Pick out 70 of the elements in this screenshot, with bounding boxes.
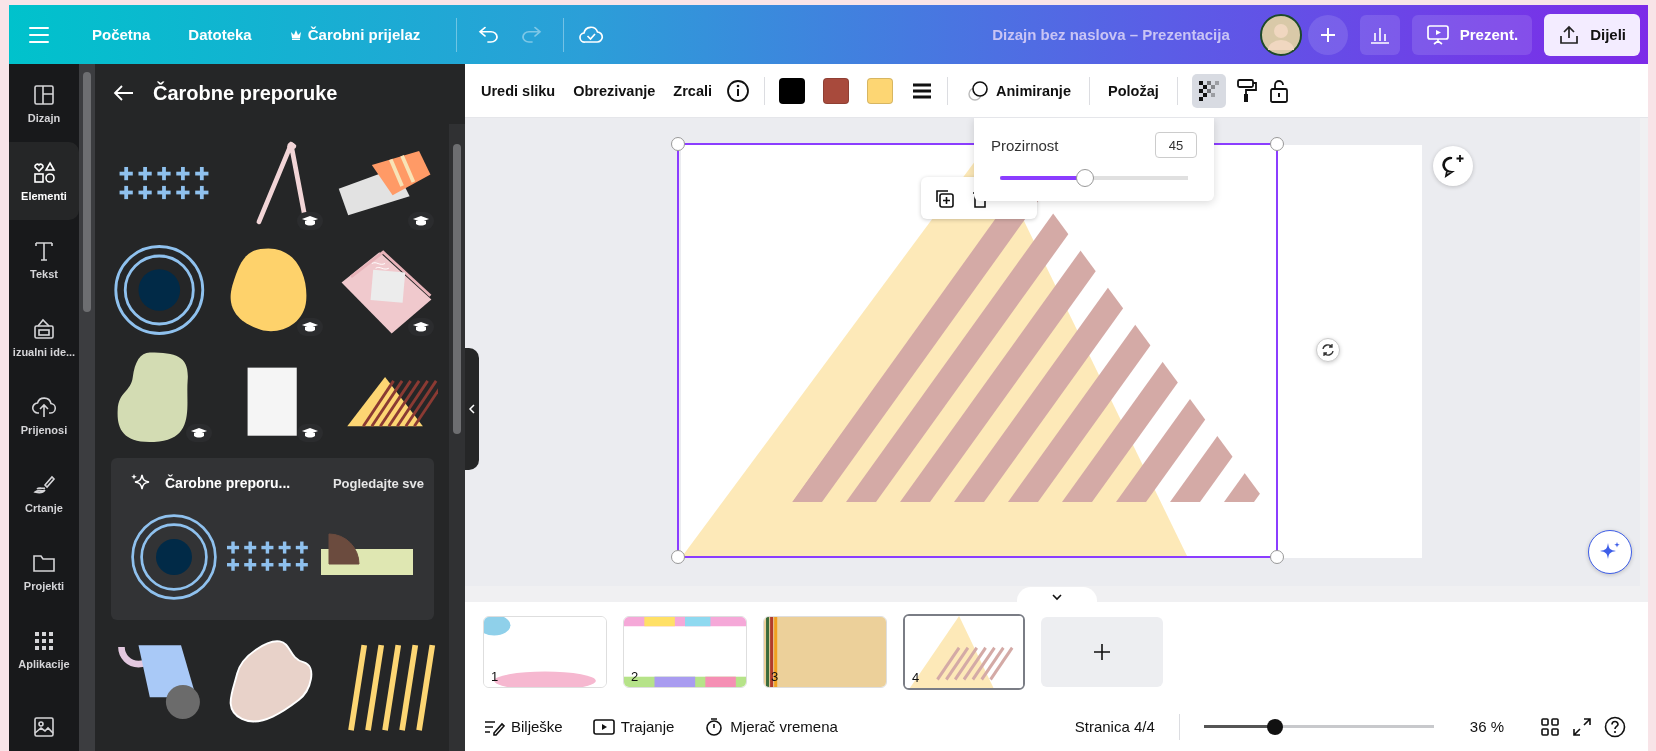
sidebar-tab[interactable]: Dizajn: [9, 64, 79, 142]
layout-icon: [31, 82, 57, 108]
toolbar-button[interactable]: Obrezivanje: [569, 76, 660, 105]
scrollbar[interactable]: [1640, 118, 1648, 586]
page-thumbnail[interactable]: 1: [483, 616, 607, 688]
panel-title: Čarobne preporuke: [153, 81, 338, 105]
color-swatch[interactable]: [823, 77, 850, 104]
help-icon[interactable]: [1604, 715, 1626, 738]
lock-icon[interactable]: [1267, 77, 1290, 104]
sidebar-tab[interactable]: Prijenosi: [9, 376, 79, 454]
play-icon: [592, 717, 615, 736]
duplicate-icon[interactable]: [933, 187, 955, 209]
rings-drawing[interactable]: [129, 512, 219, 602]
chevron-left-icon: [468, 403, 476, 415]
back-arrow-icon[interactable]: [113, 84, 135, 102]
page-thumbnail[interactable]: 2: [623, 616, 747, 688]
present-button[interactable]: Prezent.: [1411, 14, 1533, 55]
sidebar-tab[interactable]: izualni ide...: [9, 298, 79, 376]
zoom-button[interactable]: 36 %: [1463, 717, 1510, 736]
add-comment-button[interactable]: [1433, 146, 1473, 186]
sidebar-tab[interactable]: Tekst: [9, 220, 79, 298]
position-button[interactable]: Položaj: [1103, 76, 1163, 105]
image-icon: [31, 714, 57, 740]
page-thumbnail[interactable]: 4: [903, 614, 1025, 690]
cloud-check-icon[interactable]: [578, 24, 605, 45]
toolbar-button[interactable]: Uredi sliku: [477, 76, 560, 105]
page-thumbnail[interactable]: 3: [763, 616, 887, 688]
info-icon[interactable]: [726, 78, 751, 103]
share-button[interactable]: Dijeli: [1544, 13, 1640, 56]
magic-button[interactable]: [1588, 530, 1632, 574]
checkerboard-icon: [1198, 80, 1219, 101]
rotate-icon: [1321, 343, 1335, 357]
opacity-input[interactable]: 45: [1155, 132, 1197, 158]
page-counter: Stranica 4/4: [1074, 718, 1155, 735]
plus-icon: [1318, 25, 1337, 44]
slider-thumb[interactable]: [1267, 718, 1284, 735]
toolbar-button[interactable]: Zrcali: [669, 76, 717, 105]
animate-button[interactable]: Animiranje: [962, 73, 1075, 108]
opacity-label: Prozirnost: [991, 136, 1059, 154]
upload-icon: [1558, 23, 1581, 46]
slider-thumb[interactable]: [1075, 169, 1094, 187]
briefcase-icon: [31, 316, 57, 342]
card-title: Čarobne preporu...: [165, 475, 291, 491]
footer-button[interactable]: Bilješke: [479, 713, 567, 740]
footer-button[interactable]: Mjerač vremena: [700, 712, 842, 741]
collapse-handle[interactable]: [465, 348, 479, 470]
sidebar-tab[interactable]: Elementi: [9, 142, 79, 220]
grid-view-icon[interactable]: [1540, 716, 1560, 737]
presentation-icon: [1425, 23, 1450, 46]
shapes-icon: [31, 160, 57, 186]
comment-plus-icon: [1440, 153, 1466, 179]
timer-icon: [704, 716, 725, 737]
color-swatch[interactable]: [779, 77, 806, 104]
sidebar-tab[interactable]: Aplikacije: [9, 610, 79, 688]
scrollbar[interactable]: [79, 64, 95, 751]
cloud-upload-icon: [31, 394, 57, 420]
fullscreen-icon[interactable]: [1572, 716, 1592, 737]
color-swatch[interactable]: [867, 77, 894, 104]
see-all-link[interactable]: Pogledajte sve: [332, 475, 424, 491]
footer-button[interactable]: Trajanje: [588, 713, 679, 740]
transparency-button[interactable]: [1191, 73, 1226, 108]
sidebar-tab[interactable]: Projekti: [9, 532, 79, 610]
scrollbar[interactable]: [449, 124, 465, 751]
avatar-icon[interactable]: [1259, 13, 1302, 56]
crown-icon: [289, 29, 302, 40]
paint-roller-icon[interactable]: [1235, 77, 1258, 104]
chevron-down-icon: [1050, 593, 1063, 601]
sidebar-tab[interactable]: Crtanje: [9, 454, 79, 532]
analytics-button[interactable]: [1359, 14, 1400, 55]
plus-icon: [1093, 643, 1111, 661]
